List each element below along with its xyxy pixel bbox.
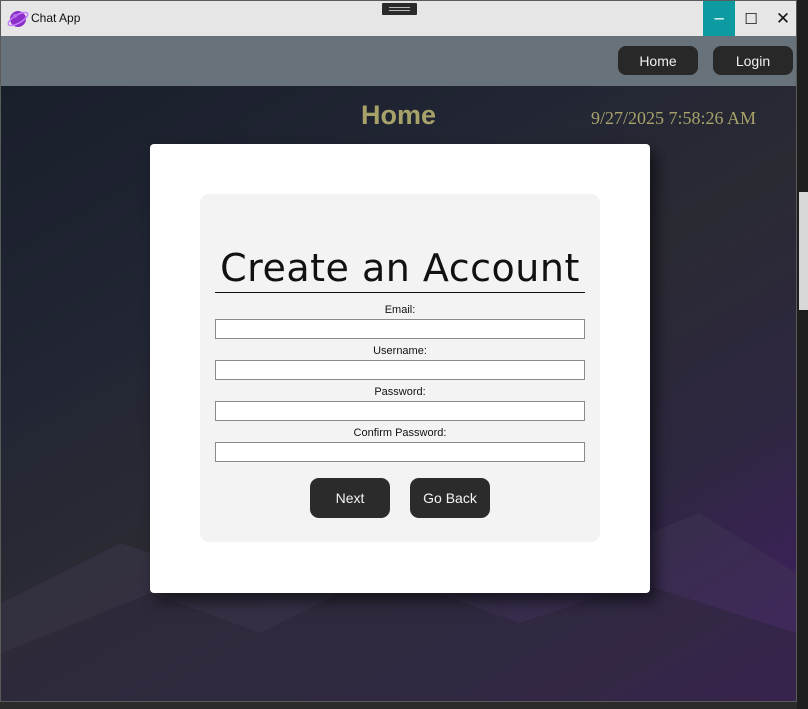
go-back-button[interactable]: Go Back <box>410 478 490 518</box>
confirm-password-label: Confirm Password: <box>353 427 447 439</box>
maximize-button[interactable]: ☐ <box>735 1 767 36</box>
form-title: Create an Account <box>220 246 580 290</box>
app-window: Chat App ─ ☐ ✕ Home Login Home 9/27/2025… <box>0 0 797 702</box>
title-bar[interactable]: Chat App ─ ☐ ✕ <box>1 1 796 36</box>
minimize-icon: ─ <box>714 9 724 28</box>
background-panel <box>799 192 808 310</box>
nav-login-button[interactable]: Login <box>713 46 793 75</box>
maximize-icon: ☐ <box>744 9 758 28</box>
window-title: Chat App <box>31 11 81 25</box>
background-window <box>797 0 808 709</box>
close-icon: ✕ <box>775 8 791 29</box>
username-label: Username: <box>373 345 427 357</box>
close-button[interactable]: ✕ <box>767 1 796 36</box>
minimize-button[interactable]: ─ <box>703 1 735 36</box>
title-divider <box>215 292 585 293</box>
signup-card: Create an Account Email: Username: Passw… <box>150 144 650 593</box>
signup-form: Create an Account Email: Username: Passw… <box>200 194 600 542</box>
nav-home-button[interactable]: Home <box>618 46 698 75</box>
planet-icon <box>7 11 29 27</box>
clock-display: 9/27/2025 7:58:26 AM <box>591 108 757 128</box>
top-navbar: Home Login <box>1 36 796 86</box>
main-content: Home 9/27/2025 7:58:26 AM Create an Acco… <box>1 86 796 701</box>
drag-handle[interactable] <box>382 3 417 15</box>
password-field[interactable] <box>215 401 585 421</box>
email-field[interactable] <box>215 319 585 339</box>
confirm-password-field[interactable] <box>215 442 585 462</box>
password-label: Password: <box>374 386 426 398</box>
page-heading: Home <box>361 100 437 130</box>
username-field[interactable] <box>215 360 585 380</box>
next-button[interactable]: Next <box>310 478 390 518</box>
email-label: Email: <box>384 304 416 316</box>
